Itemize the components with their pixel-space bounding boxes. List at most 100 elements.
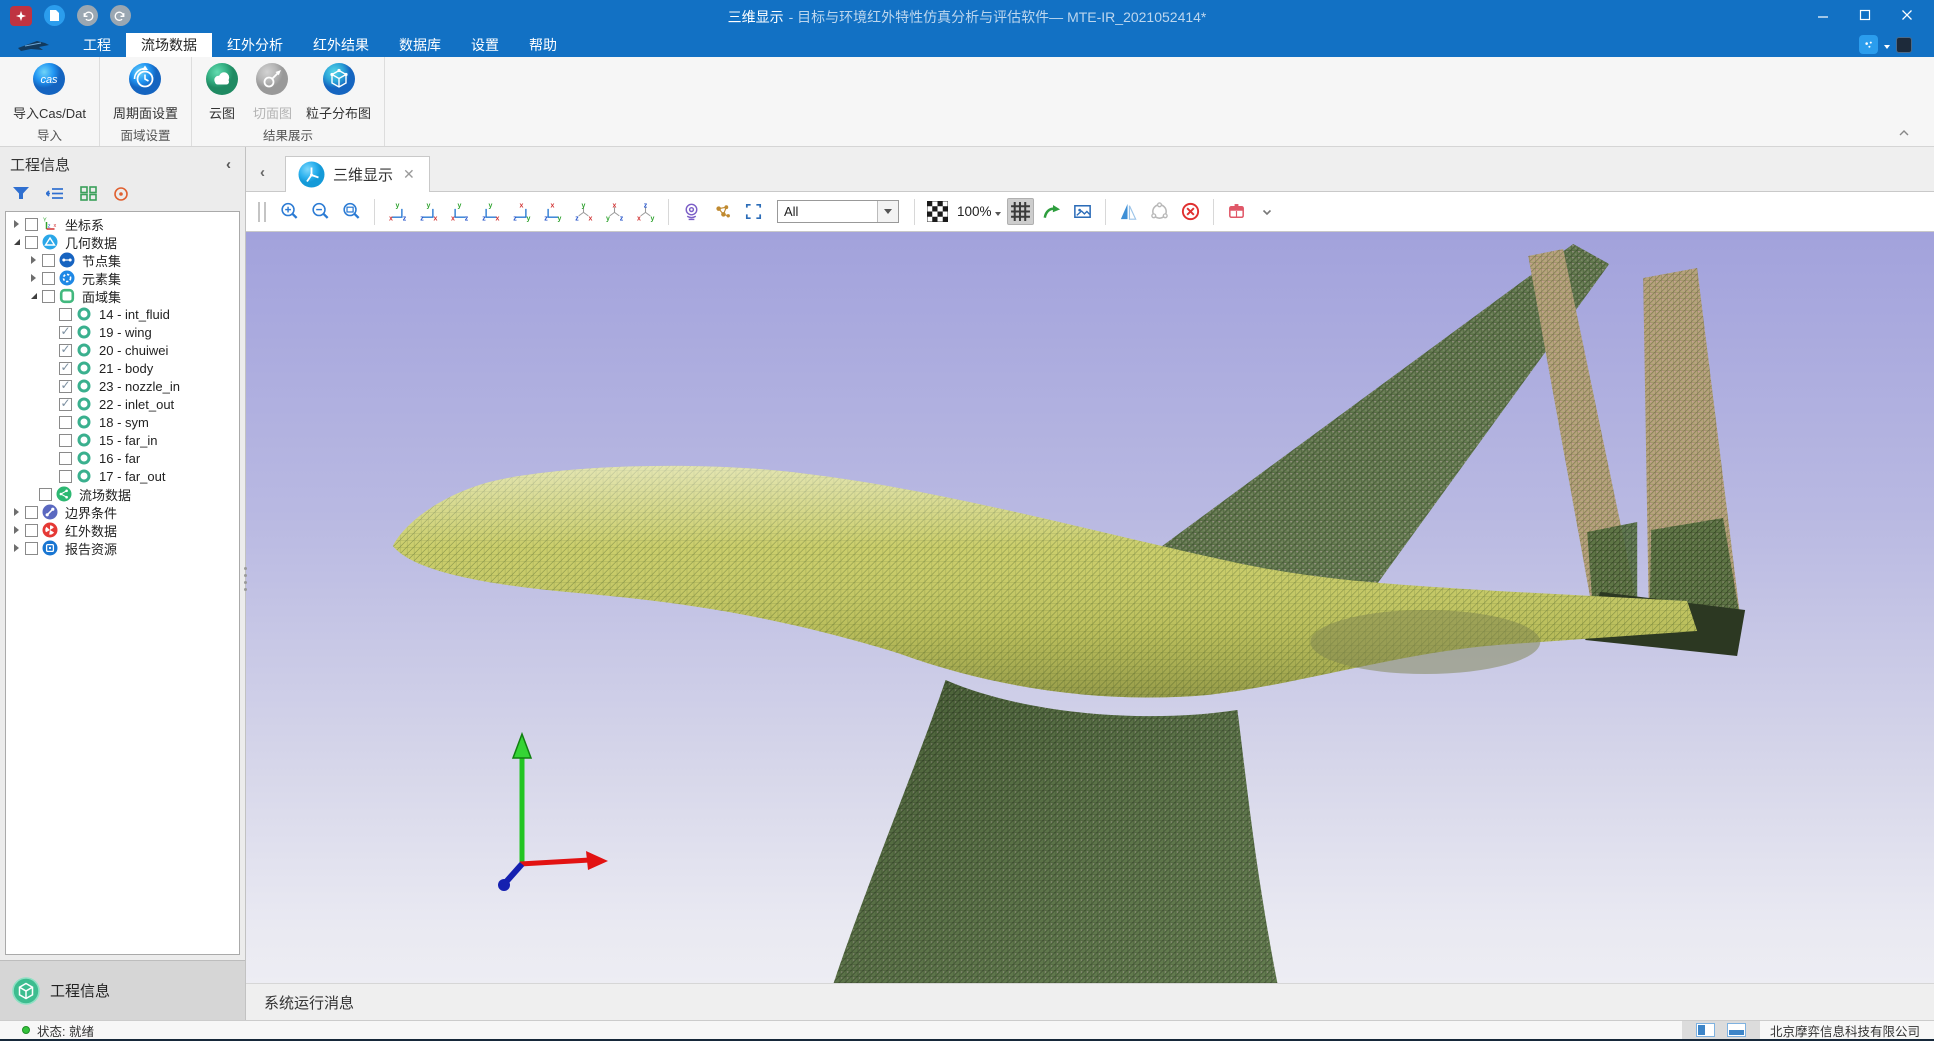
layout-split-icon[interactable] (1696, 1023, 1715, 1037)
view-orientation-2-button[interactable]: yzx (415, 198, 442, 225)
tree-checkbox[interactable] (59, 308, 72, 321)
tree-checkbox[interactable] (25, 236, 38, 249)
tree-row[interactable]: 流场数据 (6, 485, 239, 503)
locate-target-icon[interactable] (113, 186, 129, 207)
layout-bottom-icon[interactable] (1727, 1023, 1746, 1037)
export-arrow-button[interactable] (1038, 198, 1065, 225)
tree-row[interactable]: 21 - body (6, 359, 239, 377)
viewport-3d[interactable] (246, 232, 1934, 983)
tree-row[interactable]: 面域集 (6, 287, 239, 305)
tree-row[interactable]: 节点集 (6, 251, 239, 269)
tree-row[interactable]: 17 - far_out (6, 467, 239, 485)
mirror-button[interactable] (1115, 198, 1142, 225)
grid-view-icon[interactable] (80, 186, 97, 206)
theme-dropdown-caret-icon[interactable] (1884, 36, 1890, 54)
panel-collapse-button[interactable]: ‹ (222, 156, 235, 173)
view-orientation-3-button[interactable]: yxz (446, 198, 473, 225)
tree-row[interactable]: 报告资源 (6, 539, 239, 557)
menu-item-红外分析[interactable]: 红外分析 (212, 33, 298, 57)
tree-row[interactable]: 几何数据 (6, 233, 239, 251)
view-orientation-6-button[interactable]: xzy (539, 198, 566, 225)
view-orientation-8-button[interactable]: xyz (601, 198, 628, 225)
tree-checkbox[interactable] (59, 398, 72, 411)
zoom-fit-button[interactable] (338, 198, 365, 225)
menu-item-设置[interactable]: 设置 (456, 33, 514, 57)
tree-row[interactable]: 边界条件 (6, 503, 239, 521)
tree-expand-collapsed-icon[interactable] (10, 544, 23, 552)
tree-checkbox[interactable] (25, 506, 38, 519)
undo-button[interactable] (77, 5, 98, 26)
section-box-button[interactable] (1223, 198, 1250, 225)
tree-expand-collapsed-icon[interactable] (10, 220, 23, 228)
redo-button[interactable] (110, 5, 131, 26)
ribbon-button-云图[interactable]: 云图 (198, 60, 246, 124)
tree-checkbox[interactable] (59, 434, 72, 447)
dark-swatch-icon[interactable] (1896, 37, 1912, 53)
snapshot-image-button[interactable] (1069, 198, 1096, 225)
tree-expand-collapsed-icon[interactable] (10, 508, 23, 516)
view-orientation-1-button[interactable]: yxz (384, 198, 411, 225)
toolbar-drag-handle[interactable] (258, 202, 266, 222)
ribbon-collapse-button[interactable] (1898, 124, 1910, 142)
tree-row[interactable]: 元素集 (6, 269, 239, 287)
view-orientation-9-button[interactable]: zxy (632, 198, 659, 225)
grid-toggle-button[interactable] (1007, 198, 1034, 225)
menu-item-红外结果[interactable]: 红外结果 (298, 33, 384, 57)
tree-checkbox[interactable] (25, 542, 38, 555)
display-rings-button[interactable] (1146, 198, 1173, 225)
tree-checkbox[interactable] (42, 290, 55, 303)
menu-item-数据库[interactable]: 数据库 (384, 33, 456, 57)
tree-expand-collapsed-icon[interactable] (10, 526, 23, 534)
tree-expand-expanded-icon[interactable] (10, 239, 23, 245)
ribbon-button-导入Cas/Dat[interactable]: cas导入Cas/Dat (6, 60, 93, 124)
cancel-red-button[interactable] (1177, 198, 1204, 225)
menu-item-流场数据[interactable]: 流场数据 (126, 33, 212, 57)
tree-checkbox[interactable] (59, 380, 72, 393)
tree-checkbox[interactable] (42, 254, 55, 267)
tree-checkbox[interactable] (59, 452, 72, 465)
menu-item-工程[interactable]: 工程 (68, 33, 126, 57)
tree-checkbox[interactable] (59, 344, 72, 357)
theme-color-icon[interactable] (1859, 35, 1878, 54)
view-orientation-7-button[interactable]: yzx (570, 198, 597, 225)
tree-expand-collapsed-icon[interactable] (27, 274, 40, 282)
probe-button[interactable] (678, 198, 705, 225)
tree-checkbox[interactable] (39, 488, 52, 501)
select-box-button[interactable] (740, 198, 767, 225)
tree-checkbox[interactable] (25, 524, 38, 537)
tree-checkbox[interactable] (59, 470, 72, 483)
tree-row[interactable]: 16 - far (6, 449, 239, 467)
zoom-percent-dropdown[interactable]: 100% (957, 203, 1001, 221)
filter-funnel-icon[interactable] (12, 186, 30, 206)
new-document-button[interactable] (44, 5, 65, 26)
molecule-button[interactable] (709, 198, 736, 225)
tree-row[interactable]: 22 - inlet_out (6, 395, 239, 413)
chevron-down-button[interactable] (1254, 198, 1281, 225)
selection-filter-combobox[interactable]: All (777, 200, 899, 223)
tab-scroll-left-button[interactable]: ‹ (260, 164, 271, 191)
tree-checkbox[interactable] (42, 272, 55, 285)
project-info-bottom-button[interactable]: 工程信息 (0, 960, 245, 1020)
tree-checkbox[interactable] (25, 218, 38, 231)
tree-row[interactable]: 14 - int_fluid (6, 305, 239, 323)
menu-item-帮助[interactable]: 帮助 (514, 33, 572, 57)
maximize-button[interactable] (1844, 2, 1886, 28)
tree-row[interactable]: 20 - chuiwei (6, 341, 239, 359)
view-orientation-4-button[interactable]: yzx (477, 198, 504, 225)
tab-3d-display[interactable]: 三维显示 ✕ (285, 156, 430, 192)
tree-row[interactable]: 红外数据 (6, 521, 239, 539)
tree-row[interactable]: 18 - sym (6, 413, 239, 431)
outline-list-icon[interactable] (46, 186, 64, 206)
zoom-in-button[interactable] (276, 198, 303, 225)
tree-checkbox[interactable] (59, 362, 72, 375)
view-orientation-5-button[interactable]: xzy (508, 198, 535, 225)
combobox-dropdown-icon[interactable] (877, 201, 898, 222)
tree-checkbox[interactable] (59, 416, 72, 429)
tree-row[interactable]: 19 - wing (6, 323, 239, 341)
opacity-checker-button[interactable] (924, 198, 951, 225)
tree-expand-expanded-icon[interactable] (27, 293, 40, 299)
close-button[interactable] (1886, 2, 1928, 28)
zoom-out-button[interactable] (307, 198, 334, 225)
ribbon-button-粒子分布图[interactable]: 粒子分布图 (299, 60, 378, 124)
tree-checkbox[interactable] (59, 326, 72, 339)
